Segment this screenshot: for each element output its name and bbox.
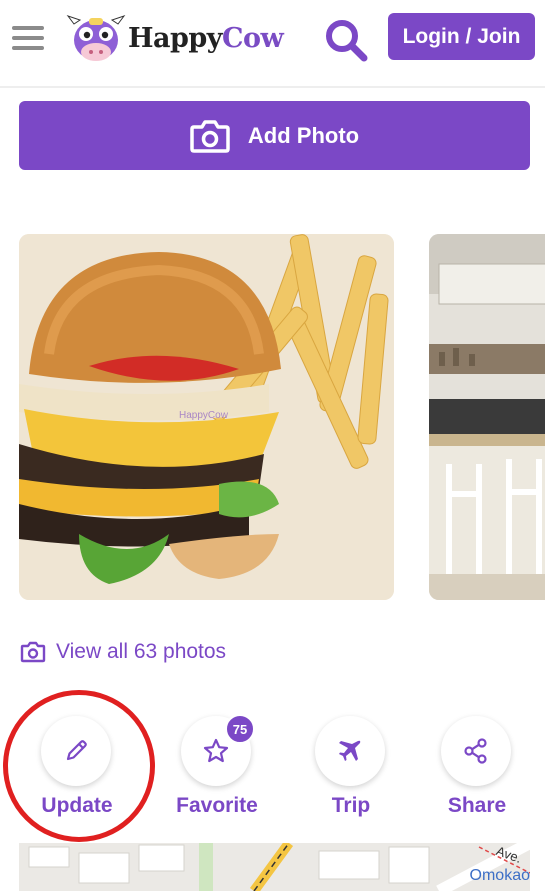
airplane-icon [339, 740, 361, 761]
favorite-button[interactable]: 75 Favorite [157, 714, 277, 824]
logo-word-cow: Cow [221, 22, 284, 54]
share-circle [441, 716, 511, 786]
map-image [19, 843, 530, 891]
hamburger-menu-icon[interactable] [12, 24, 44, 52]
site-header: HappyCow Login / Join [0, 0, 545, 88]
happycow-logo[interactable]: HappyCow [66, 10, 284, 66]
svg-text:HappyCow: HappyCow [179, 410, 229, 421]
logo-wordmark: HappyCow [128, 22, 284, 54]
update-label: Update [41, 794, 113, 817]
share-icon [464, 738, 487, 764]
update-button[interactable]: Update [17, 714, 137, 824]
camera-icon [190, 119, 230, 153]
restaurant-interior-photo[interactable] [429, 234, 545, 600]
share-button[interactable]: Share [417, 714, 537, 824]
star-icon [203, 738, 229, 763]
favorite-count-badge: 75 [225, 714, 255, 744]
interior-image [429, 234, 545, 600]
burger-photo[interactable]: HappyCow [19, 234, 394, 600]
logo-word-happy: Happy [128, 22, 222, 54]
trip-circle [315, 716, 385, 786]
map-place-label: Omokao [469, 867, 530, 884]
camera-icon [20, 641, 46, 663]
burger-image: HappyCow [19, 234, 394, 600]
share-label: Share [447, 794, 507, 817]
update-circle [41, 716, 111, 786]
location-map[interactable]: Ave. Omokao [19, 843, 530, 891]
pencil-icon [66, 740, 87, 761]
trip-button[interactable]: Trip [291, 714, 411, 824]
view-all-photos-label: View all 63 photos [56, 640, 227, 663]
favorite-label: Favorite [176, 794, 258, 817]
add-photo-button[interactable]: Add Photo [19, 101, 530, 170]
view-all-photos-link[interactable]: View all 63 photos [20, 636, 226, 668]
cow-logo-icon [66, 15, 126, 61]
login-join-button[interactable]: Login / Join [388, 13, 535, 60]
trip-label: Trip [331, 794, 371, 817]
add-photo-label: Add Photo [247, 122, 360, 148]
search-icon[interactable] [322, 16, 370, 64]
